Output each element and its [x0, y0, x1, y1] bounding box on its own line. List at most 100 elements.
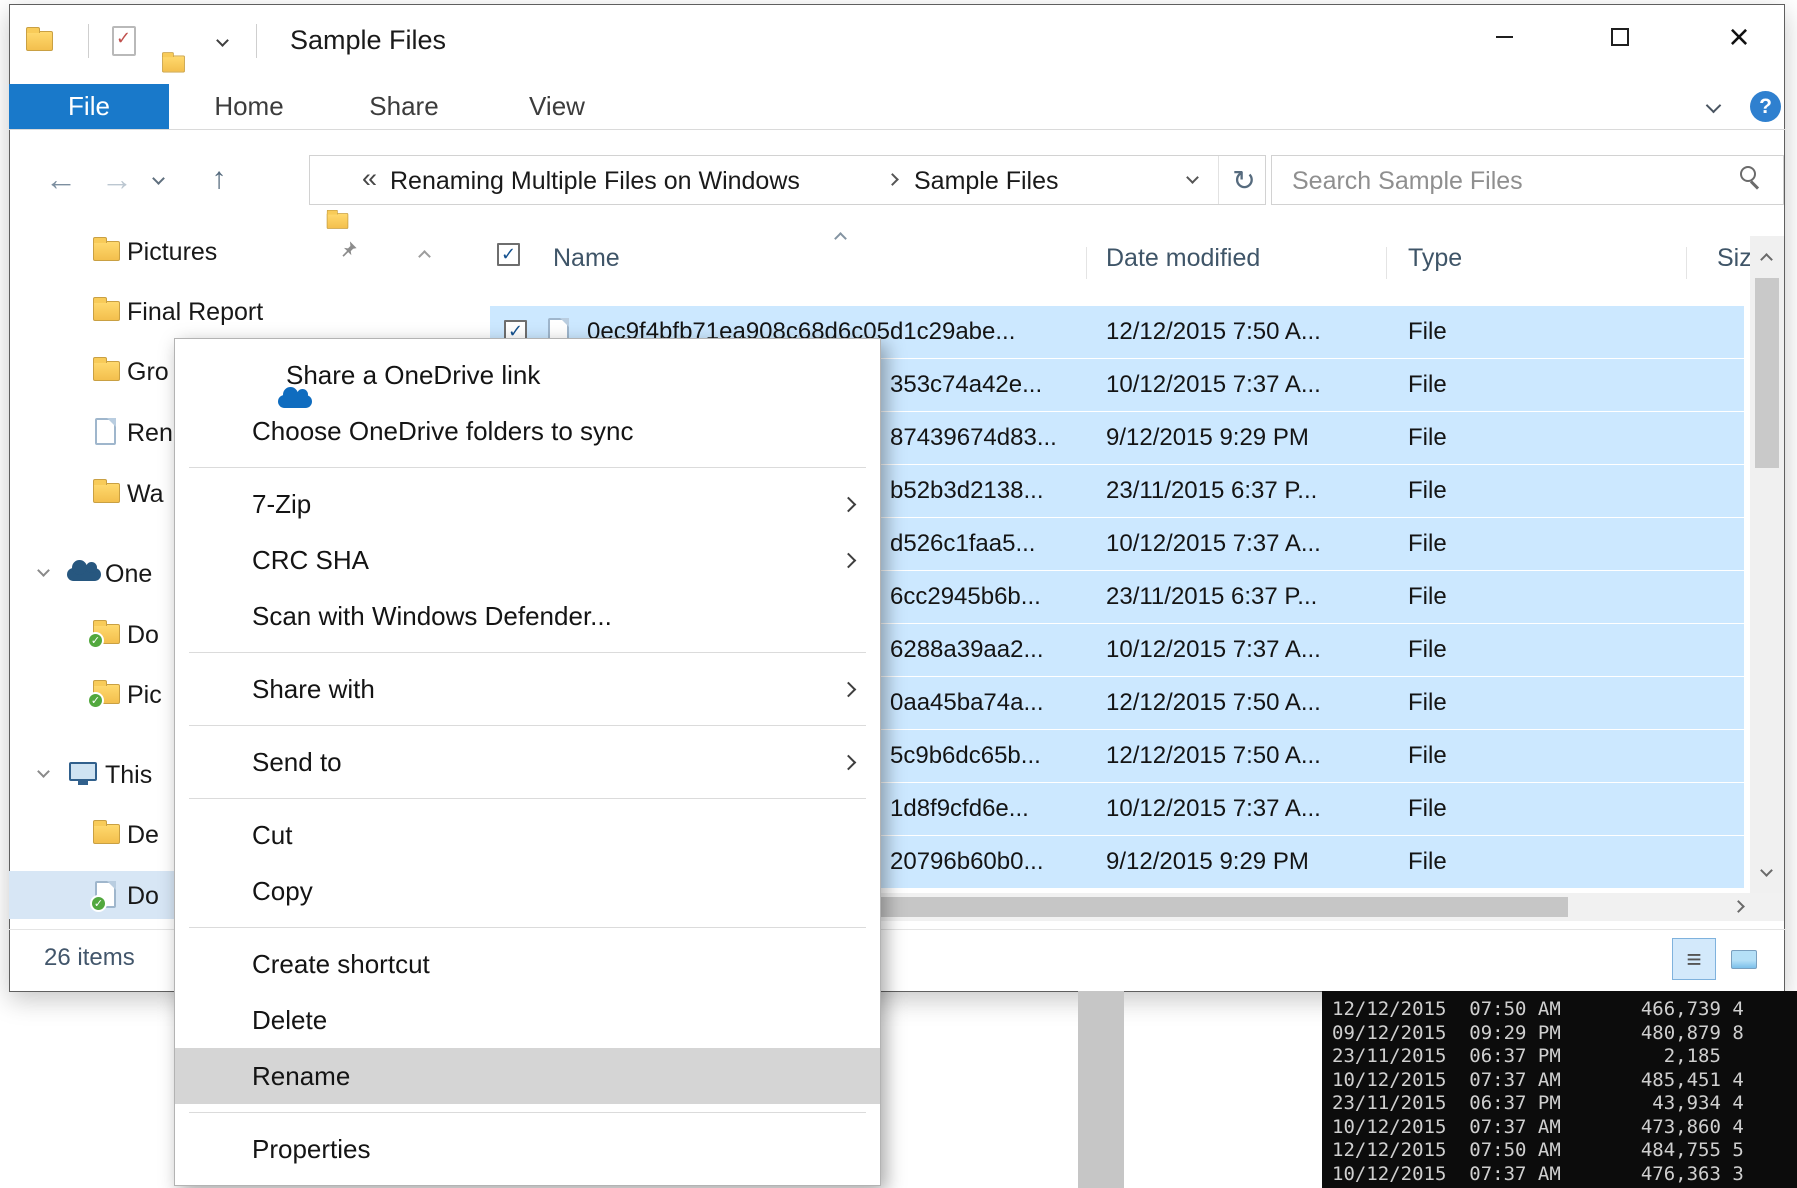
tab-file[interactable]: File	[9, 84, 169, 129]
file-name: d526c1faa5...	[890, 530, 1035, 558]
vertical-scrollbar-thumb[interactable]	[1755, 278, 1779, 468]
menu-item-properties[interactable]: Properties	[175, 1121, 880, 1177]
up-button[interactable]: ↑	[196, 156, 242, 202]
file-type: File	[1408, 477, 1447, 505]
background-page-scrollbar[interactable]	[1078, 991, 1124, 1188]
menu-item-create-shortcut[interactable]: Create shortcut	[175, 936, 880, 992]
column-header-name[interactable]: Name	[553, 244, 620, 273]
menu-item-label: CRC SHA	[252, 545, 369, 576]
menu-separator	[189, 652, 866, 653]
help-icon[interactable]: ?	[1750, 91, 1781, 122]
folder-icon	[93, 301, 120, 321]
forward-button[interactable]: →	[94, 156, 140, 202]
menu-item-label: Share with	[252, 674, 375, 705]
column-divider[interactable]	[1686, 247, 1687, 279]
qat-folder-icon[interactable]	[162, 56, 185, 73]
menu-item-share-a-onedrive-link[interactable]: Share a OneDrive link	[175, 347, 880, 403]
file-type: File	[1408, 371, 1447, 399]
tab-share[interactable]: Share	[338, 84, 470, 129]
details-list-icon: ≡	[1686, 944, 1701, 975]
file-name: 6cc2945b6b...	[890, 583, 1041, 611]
menu-item-cut[interactable]: Cut	[175, 807, 880, 863]
search-icon[interactable]	[1740, 166, 1756, 182]
submenu-arrow-icon	[841, 682, 857, 698]
column-divider[interactable]	[1086, 247, 1087, 279]
details-view-button[interactable]: ≡	[1672, 938, 1716, 980]
thumbnail-icon	[1731, 950, 1757, 969]
sidebar-item-final-report[interactable]: Final Report	[9, 287, 460, 335]
folder-icon: ✓	[93, 684, 120, 704]
sidebar-item-pictures[interactable]: Pictures	[9, 227, 460, 275]
context-menu: Share a OneDrive linkChoose OneDrive fol…	[174, 338, 881, 1186]
terminal-output: 12/12/2015 07:50 AM 466,739 4 09/12/2015…	[1332, 998, 1744, 1186]
file-date: 9/12/2015 9:29 PM	[1106, 848, 1309, 876]
menu-item-delete[interactable]: Delete	[175, 992, 880, 1048]
folder-icon: ✓	[93, 624, 120, 644]
sync-badge-icon: ✓	[90, 895, 107, 912]
menu-item-7-zip[interactable]: 7-Zip	[175, 476, 880, 532]
refresh-button[interactable]: ↻	[1222, 156, 1266, 204]
file-icon	[95, 418, 116, 445]
horizontal-scrollbar-thumb[interactable]	[878, 897, 1568, 917]
address-divider	[1218, 156, 1219, 204]
menu-item-share-with[interactable]: Share with	[175, 661, 880, 717]
menu-item-label: Delete	[252, 1005, 327, 1036]
column-header-date-modified[interactable]: Date modified	[1106, 244, 1260, 273]
folder-icon	[93, 241, 120, 261]
breadcrumb-current[interactable]: Sample Files	[914, 167, 1059, 196]
qat-properties-icon[interactable]: ✓	[112, 26, 136, 56]
close-button[interactable]: ×	[1700, 8, 1778, 66]
expander-icon[interactable]	[37, 564, 50, 577]
column-divider[interactable]	[1386, 247, 1387, 279]
maximize-icon	[1611, 28, 1629, 46]
folder-icon	[93, 361, 120, 381]
file-date: 12/12/2015 7:50 A...	[1106, 689, 1321, 717]
thumbnails-view-button[interactable]	[1722, 938, 1766, 980]
menu-item-crc-sha[interactable]: CRC SHA	[175, 532, 880, 588]
menu-item-label: Cut	[252, 820, 292, 851]
sidebar-item-label: Gro	[127, 358, 169, 387]
menu-item-rename[interactable]: Rename	[175, 1048, 880, 1104]
submenu-arrow-icon	[841, 497, 857, 513]
menu-item-label: Send to	[252, 747, 342, 778]
tab-home[interactable]: Home	[183, 84, 315, 129]
file-name: 0aa45ba74a...	[890, 689, 1043, 717]
column-header-type[interactable]: Type	[1408, 244, 1462, 273]
file-type: File	[1408, 848, 1447, 876]
sync-badge-icon: ✓	[87, 692, 104, 709]
select-all-checkbox[interactable]: ✓	[497, 243, 520, 266]
file-name: 1d8f9cfd6e...	[890, 795, 1029, 823]
folder-icon	[93, 483, 120, 503]
status-items-count: 26 items	[44, 944, 135, 972]
file-date: 10/12/2015 7:37 A...	[1106, 371, 1321, 399]
menu-item-send-to[interactable]: Send to	[175, 734, 880, 790]
file-name: 20796b60b0...	[890, 848, 1043, 876]
file-type: File	[1408, 689, 1447, 717]
file-type: File	[1408, 530, 1447, 558]
ribbon-divider	[9, 129, 1785, 130]
maximize-button[interactable]	[1584, 8, 1656, 66]
file-date: 23/11/2015 6:37 P...	[1106, 583, 1317, 611]
sidebar-item-label: Ren	[127, 419, 173, 448]
tab-view[interactable]: View	[491, 84, 623, 129]
menu-item-copy[interactable]: Copy	[175, 863, 880, 919]
search-input[interactable]: Search Sample Files	[1292, 167, 1523, 196]
menu-item-choose-onedrive-folders-to-sync[interactable]: Choose OneDrive folders to sync	[175, 403, 880, 459]
submenu-arrow-icon	[841, 553, 857, 569]
minimize-button[interactable]	[1468, 8, 1540, 66]
sidebar-item-label: Do	[127, 621, 159, 650]
menu-item-label: Scan with Windows Defender...	[252, 601, 612, 632]
window-title: Sample Files	[290, 25, 446, 56]
menu-item-scan-with-windows-defender[interactable]: Scan with Windows Defender...	[175, 588, 880, 644]
breadcrumb-collapsed[interactable]: «	[362, 163, 377, 194]
file-name: 353c74a42e...	[890, 371, 1042, 399]
titlebar-separator	[256, 24, 257, 58]
back-button[interactable]: ←	[38, 156, 84, 202]
file-type: File	[1408, 742, 1447, 770]
onedrive-icon	[67, 568, 101, 581]
sidebar-item-label: Do	[127, 882, 159, 911]
sidebar-item-label: Final Report	[127, 298, 263, 327]
menu-separator	[189, 798, 866, 799]
breadcrumb-root[interactable]: Renaming Multiple Files on Windows	[390, 167, 800, 196]
expander-icon[interactable]	[37, 765, 50, 778]
